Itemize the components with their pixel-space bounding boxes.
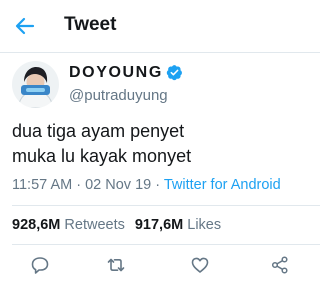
author-handle[interactable]: @putraduyung — [69, 87, 168, 104]
meta-separator: · — [151, 177, 164, 193]
tweet-time: 11:57 AM — [12, 177, 73, 193]
meta-separator: · — [72, 177, 86, 193]
avatar[interactable] — [12, 61, 59, 108]
tweet-line: muka lu kayak monyet — [12, 146, 192, 166]
tweet-line: dua tiga ayam penyet — [12, 121, 185, 141]
likes-stat[interactable]: 917,6M Likes — [135, 217, 221, 233]
verified-badge-icon — [166, 64, 183, 81]
like-icon[interactable] — [190, 255, 210, 275]
tweet-meta: 11:57 AM · 02 Nov 19 · Twitter for Andro… — [12, 177, 281, 193]
likes-count: 917,6M — [134, 217, 184, 233]
page-title: Tweet — [64, 14, 117, 35]
retweets-stat[interactable]: 928,6M Retweets — [12, 217, 125, 233]
stats-divider — [12, 244, 320, 245]
share-icon[interactable] — [270, 255, 290, 275]
tweet-stats: 928,6M Retweets 917,6M Likes — [12, 217, 221, 233]
meta-divider — [12, 205, 320, 206]
tweet-source-link[interactable]: Twitter for Android — [164, 177, 281, 193]
reply-icon[interactable] — [30, 255, 50, 275]
retweet-icon[interactable] — [106, 255, 126, 275]
author-name[interactable]: DOYOUNG — [69, 64, 163, 82]
likes-label: Likes — [187, 217, 222, 233]
back-arrow-icon[interactable] — [14, 15, 36, 37]
header-divider — [0, 52, 320, 53]
retweets-label: Retweets — [64, 217, 125, 233]
tweet-date: 02 Nov 19 — [85, 177, 152, 193]
app-header: Tweet — [0, 0, 320, 52]
tweet-text: dua tiga ayam penyet muka lu kayak monye… — [12, 119, 191, 169]
retweets-count: 928,6M — [12, 217, 61, 233]
